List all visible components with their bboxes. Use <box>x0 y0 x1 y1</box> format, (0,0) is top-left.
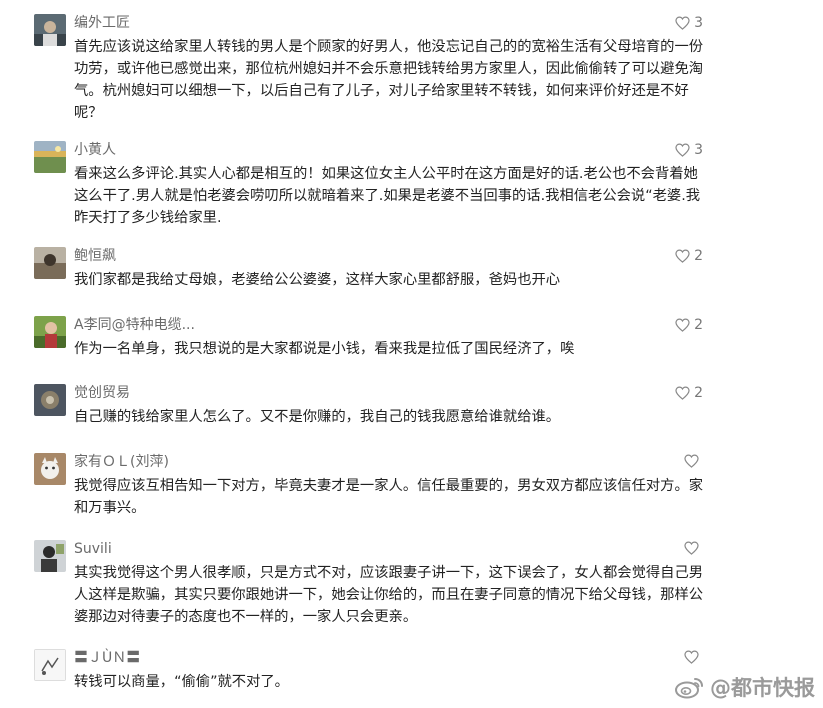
avatar[interactable] <box>34 540 66 572</box>
username[interactable]: 〓ＪÙＮ〓 <box>74 649 140 667</box>
username[interactable]: A李同@特种电缆... <box>74 316 195 334</box>
watermark-text: @都市快报 <box>710 676 815 700</box>
comment-text: 我觉得应该互相告知一下对方，毕竟夫妻才是一家人。信任最重要的，男女双方都应该信任… <box>74 478 704 516</box>
heart-icon <box>675 386 690 400</box>
username[interactable]: 编外工匠 <box>74 14 130 32</box>
heart-icon <box>684 650 699 664</box>
avatar[interactable] <box>34 14 66 46</box>
like-button[interactable]: 2 <box>675 317 703 333</box>
like-button[interactable]: 2 <box>675 385 703 401</box>
comment-text: 作为一名单身，我只想说的是大家都说是小钱，看来我是拉低了国民经济了，唉 <box>74 341 575 357</box>
like-button[interactable] <box>684 650 703 664</box>
username[interactable]: 觉创贸易 <box>74 384 130 402</box>
avatar[interactable] <box>34 453 66 485</box>
like-count: 2 <box>694 248 703 264</box>
heart-icon <box>684 454 699 468</box>
comment-item: 觉创贸易 2 自己赚的钱给家里人怎么了。又不是你赚的，我自己的钱我愿意给谁就给谁… <box>0 384 823 434</box>
heart-icon <box>675 249 690 263</box>
comment-text: 其实我觉得这个男人很孝顺，只是方式不对，应该跟妻子讲一下，这下误会了，女人都会觉… <box>74 565 704 625</box>
heart-icon <box>675 318 690 332</box>
avatar[interactable] <box>34 316 66 348</box>
like-button[interactable] <box>684 454 703 468</box>
like-count: 2 <box>694 317 703 333</box>
comment-item: 鲍恒飙 2 我们家都是我给丈母娘，老婆给公公婆婆，这样大家心里都舒服，爸妈也开心 <box>0 247 823 297</box>
heart-icon <box>675 143 690 157</box>
username[interactable]: 小黄人 <box>74 141 116 159</box>
comment-item: 家有ＯＬ(刘萍) 我觉得应该互相告知一下对方，毕竟夫妻才是一家人。信任最重要的，… <box>0 453 823 523</box>
avatar[interactable] <box>34 649 66 681</box>
comment-text: 转钱可以商量，“偷偷”就不对了。 <box>74 674 289 690</box>
like-button[interactable]: 3 <box>675 142 703 158</box>
like-button[interactable]: 3 <box>675 15 703 31</box>
heart-icon <box>684 541 699 555</box>
heart-icon <box>675 16 690 30</box>
username[interactable]: 家有ＯＬ(刘萍) <box>74 453 169 471</box>
comment-item: A李同@特种电缆... 2 作为一名单身，我只想说的是大家都说是小钱，看来我是拉… <box>0 316 823 366</box>
comment-item: 小黄人 3 看来这么多评论.其实人心都是相互的！如果这位女主人公平时在这方面是好… <box>0 141 823 231</box>
watermark: @都市快报 <box>674 672 815 702</box>
comment-text: 我们家都是我给丈母娘，老婆给公公婆婆，这样大家心里都舒服，爸妈也开心 <box>74 272 561 288</box>
avatar[interactable] <box>34 247 66 279</box>
avatar[interactable] <box>34 141 66 173</box>
like-count: 2 <box>694 385 703 401</box>
like-button[interactable] <box>684 541 703 555</box>
username[interactable]: Suvili <box>74 540 112 558</box>
comment-text: 自己赚的钱给家里人怎么了。又不是你赚的，我自己的钱我愿意给谁就给谁。 <box>74 409 561 425</box>
like-count: 3 <box>694 142 703 158</box>
comment-item: 编外工匠 3 首先应该说这给家里人转钱的男人是个顾家的好男人，他没忘记自己的的宽… <box>0 14 823 124</box>
username[interactable]: 鲍恒飙 <box>74 247 116 265</box>
comment-text: 看来这么多评论.其实人心都是相互的！如果这位女主人公平时在这方面是好的话.老公也… <box>74 166 701 226</box>
avatar[interactable] <box>34 384 66 416</box>
weibo-logo-icon <box>675 678 703 699</box>
comment-item: Suvili 其实我觉得这个男人很孝顺，只是方式不对，应该跟妻子讲一下，这下误会… <box>0 540 823 632</box>
like-count: 3 <box>694 15 703 31</box>
like-button[interactable]: 2 <box>675 248 703 264</box>
comment-text: 首先应该说这给家里人转钱的男人是个顾家的好男人，他没忘记自己的的宽裕生活有父母培… <box>74 39 704 121</box>
